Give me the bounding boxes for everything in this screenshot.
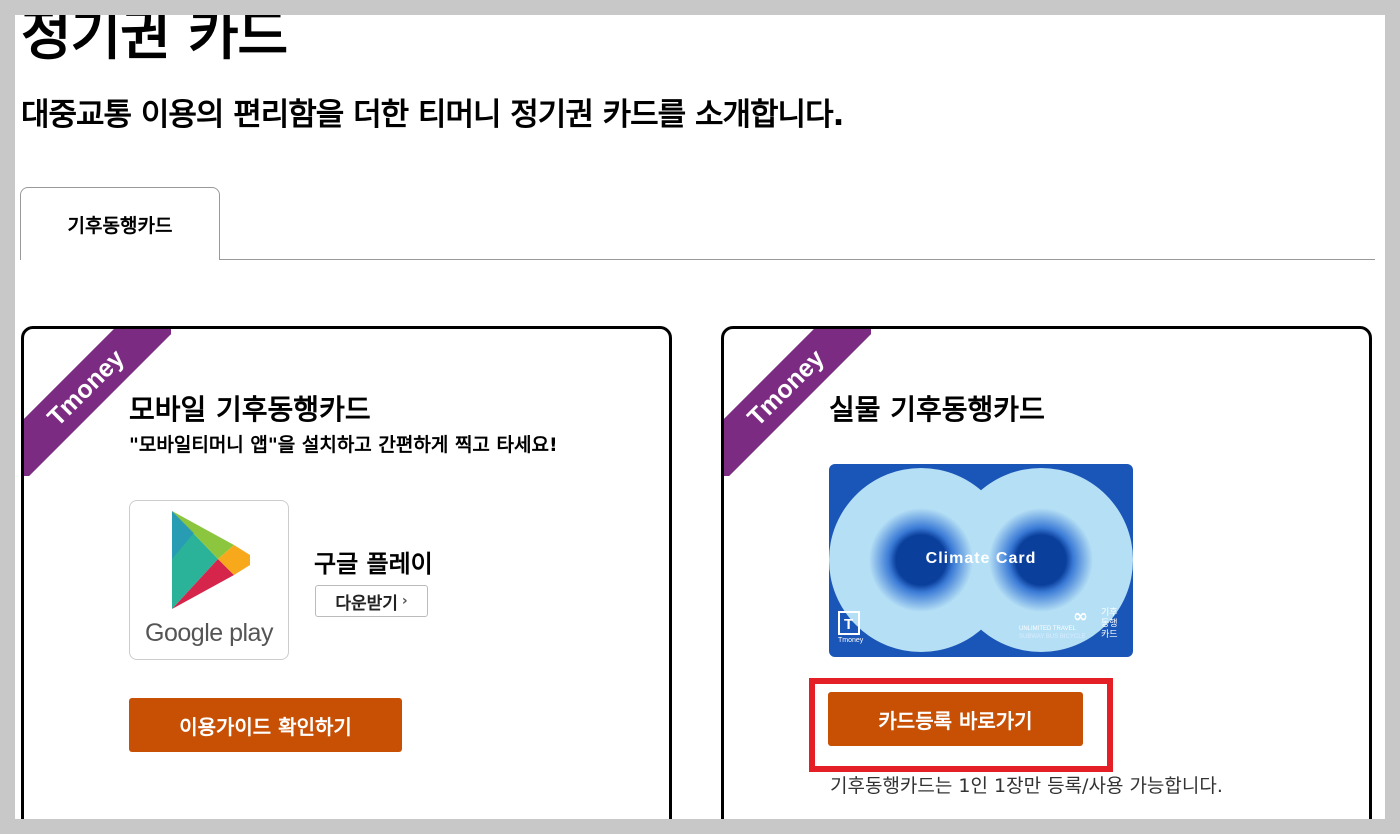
google-play-label: 구글 플레이 (314, 550, 433, 578)
card-infinity-icon: ∞ (1073, 606, 1088, 627)
page-subtitle: 대중교통 이용의 편리함을 더한 티머니 정기권 카드를 소개합니다. (21, 97, 844, 133)
usage-guide-button[interactable]: 이용가이드 확인하기 (129, 698, 402, 752)
climate-card-image: T Climate Card Tmoney UNLIMITED TRAVEL S… (829, 464, 1133, 657)
card-small-text-1: UNLIMITED TRAVEL (1019, 626, 1076, 632)
page-content: 정기권 카드 대중교통 이용의 편리함을 더한 티머니 정기권 카드를 소개합니… (15, 15, 1385, 819)
mobile-card-subtitle: "모바일티머니 앱"을 설치하고 간편하게 찍고 타세요! (129, 434, 558, 456)
google-play-icon (172, 511, 250, 609)
mobile-card-panel: Tmoney 모바일 기후동행카드 "모바일티머니 앱"을 설치하고 간편하게 … (21, 326, 672, 819)
tab-climate-card[interactable]: 기후동행카드 (20, 187, 220, 260)
physical-card-title: 실물 기후동행카드 (829, 393, 1045, 426)
tab-bar-line (20, 259, 1375, 260)
page-title: 정기권 카드 (21, 15, 288, 67)
climate-card-name: Climate Card (925, 550, 1037, 567)
google-play-logo[interactable]: Google play (129, 500, 289, 660)
card-register-button[interactable]: 카드등록 바로가기 (828, 692, 1083, 746)
google-play-logo-text: Google play (145, 619, 273, 647)
download-button[interactable]: 다운받기 › (315, 585, 428, 617)
download-button-label: 다운받기 (335, 593, 398, 614)
chevron-right-icon: › (401, 593, 408, 609)
mobile-card-title: 모바일 기후동행카드 (129, 393, 371, 426)
card-small-text-2: SUBWAY BUS BICYCLE (1019, 634, 1086, 640)
svg-text:T: T (844, 616, 853, 633)
card-brand-text: Tmoney (838, 637, 864, 644)
card-limit-note: 기후동행카드는 1인 1장만 등록/사용 가능합니다. (830, 775, 1223, 797)
card-corner-text: 기후 동행 카드 (1101, 608, 1118, 640)
